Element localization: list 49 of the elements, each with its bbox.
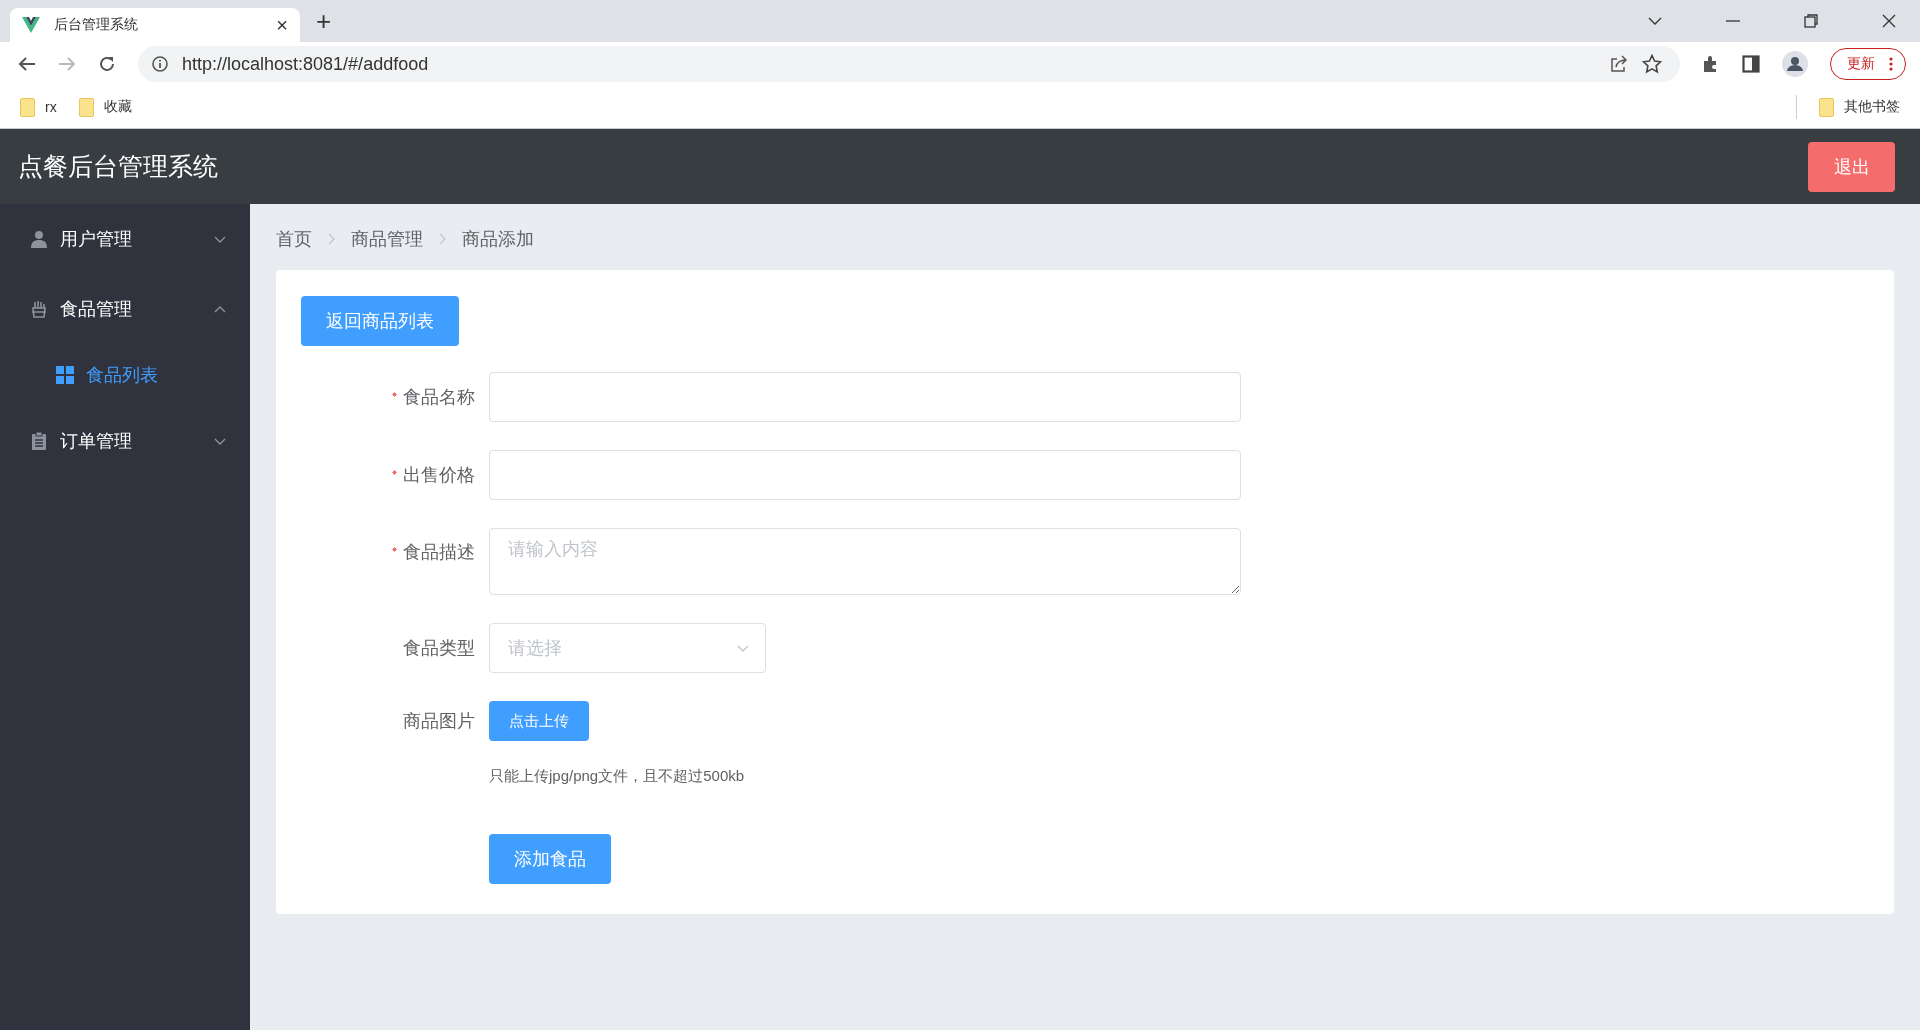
reload-icon[interactable] [98, 55, 116, 73]
profile-avatar-icon[interactable] [1782, 51, 1808, 77]
v-logo-icon [22, 17, 40, 33]
star-icon[interactable] [1642, 54, 1662, 74]
text-input-field[interactable] [489, 372, 1241, 422]
menu-item[interactable]: 订单管理 [0, 406, 250, 476]
field-label: 商品图片 [402, 710, 475, 733]
field-label: 食品名称 [301, 385, 475, 409]
grid-icon [56, 366, 74, 384]
upload-hint: 只能上传jpg/png文件，且不超过500kb [489, 767, 745, 786]
chevron-down-icon [737, 644, 749, 652]
breadcrumb-item[interactable]: 首页 [276, 227, 312, 251]
close-icon[interactable] [1882, 14, 1896, 28]
browser-tab[interactable]: 后台管理系统 × [10, 8, 300, 42]
text-input-field[interactable] [489, 450, 1241, 500]
tab-search-icon[interactable] [1648, 17, 1662, 25]
clipboard-icon [30, 432, 48, 450]
address-bar[interactable]: http://localhost:8081/#/addfood [138, 46, 1680, 82]
bookmark-folder[interactable]: 其他书签 [1819, 97, 1900, 117]
app-title: 点餐后台管理系统 [18, 151, 218, 182]
chevron-up-icon [214, 305, 226, 313]
chevron-down-icon [214, 235, 226, 243]
update-button[interactable]: 更新 [1830, 48, 1906, 80]
breadcrumb-item[interactable]: 商品管理 [351, 227, 423, 251]
more-vertical-icon [1889, 57, 1893, 71]
chevron-right-icon [439, 233, 446, 245]
restore-icon[interactable] [1804, 14, 1818, 28]
menu-item[interactable]: 食品管理 [0, 274, 250, 344]
menu-item[interactable]: 用户管理 [0, 204, 250, 274]
side-panel-icon[interactable] [1742, 55, 1760, 73]
chevron-right-icon [328, 233, 335, 245]
bookmark-folder[interactable]: 收藏 [78, 97, 132, 117]
url-text: http://localhost:8081/#/addfood [182, 53, 429, 75]
chevron-down-icon [214, 437, 226, 445]
field-label: 食品类型 [402, 637, 475, 660]
info-icon [152, 56, 168, 72]
tab-title: 后台管理系统 [54, 16, 139, 34]
share-icon[interactable] [1610, 55, 1628, 73]
fries-icon [30, 300, 48, 318]
textarea-field[interactable]: 请输入内容 [489, 528, 1241, 595]
bookmark-folder[interactable]: rx [20, 97, 57, 117]
field-label: 食品描述 [301, 540, 475, 564]
close-tab-button[interactable]: × [276, 13, 288, 37]
field-label: 出售价格 [301, 463, 475, 487]
person-icon [30, 230, 48, 248]
submenu-item[interactable]: 食品列表 [0, 344, 250, 406]
breadcrumb-item: 商品添加 [462, 228, 534, 251]
new-tab-button[interactable]: + [316, 8, 332, 34]
back-arrow-icon[interactable] [18, 56, 36, 72]
